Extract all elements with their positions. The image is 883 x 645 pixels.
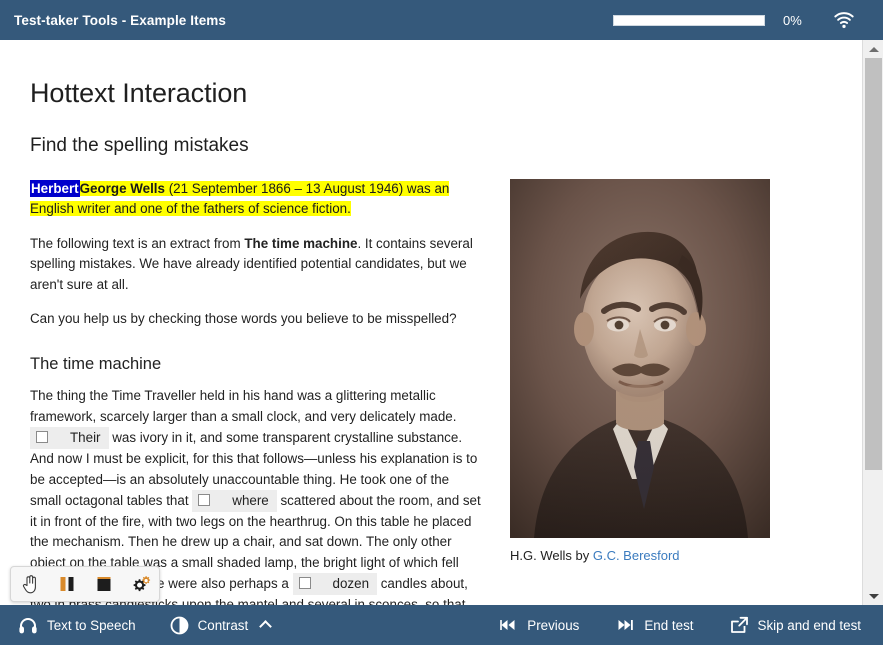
cursor-hand-button[interactable] — [11, 567, 48, 601]
hottext-option-where[interactable]: where — [192, 490, 276, 512]
skip-and-end-test-label: Skip and end test — [758, 618, 861, 633]
pause-button[interactable] — [48, 567, 85, 601]
page-header-title: Test-taker Tools - Example Items — [14, 13, 226, 28]
hottext-option-dozen[interactable]: dozen — [293, 573, 377, 595]
fast-forward-icon — [615, 617, 635, 633]
progress-bar — [613, 15, 765, 26]
triangle-down-icon — [869, 594, 879, 599]
contrast-icon — [170, 616, 189, 635]
end-test-button[interactable]: End test — [615, 617, 693, 633]
hottext-checkbox-icon[interactable] — [36, 431, 48, 443]
scrollbar-thumb[interactable] — [865, 58, 882, 470]
triangle-up-icon — [869, 47, 879, 52]
hottext-option-their[interactable]: Their — [30, 427, 109, 449]
bottom-navigation-bar: Text to Speech Contrast Previous — [0, 605, 883, 645]
text-column: HerbertGeorge Wells (21 September 1866 –… — [30, 179, 482, 605]
hottext-checkbox-icon[interactable] — [299, 577, 311, 589]
photo-caption: H.G. Wells by G.C. Beresford — [510, 548, 782, 563]
content-inner: Hottext Interaction Find the spelling mi… — [0, 40, 862, 605]
caption-author-link[interactable]: G.C. Beresford — [593, 548, 680, 563]
hottext-checkbox-icon[interactable] — [198, 494, 210, 506]
pause-icon — [58, 575, 76, 593]
page-title: Hottext Interaction — [30, 78, 832, 109]
selected-word-herbert[interactable]: Herbert — [30, 180, 80, 197]
skip-and-end-test-button[interactable]: Skip and end test — [730, 616, 861, 634]
cursor-hand-icon — [21, 574, 39, 594]
text-to-speech-button[interactable]: Text to Speech — [18, 616, 136, 635]
bottom-bar-left-group: Text to Speech Contrast — [18, 616, 304, 635]
instructions-paragraph-2: Can you help us by checking those words … — [30, 309, 482, 329]
previous-label: Previous — [527, 618, 579, 633]
top-header: Test-taker Tools - Example Items 0% — [0, 0, 883, 40]
caption-prefix: H.G. Wells by — [510, 548, 593, 563]
hottext-label: where — [232, 493, 268, 508]
story-sub-heading: The time machine — [30, 355, 482, 374]
content-area: Hottext Interaction Find the spelling mi… — [0, 40, 883, 605]
instructions-paragraph-1: The following text is an extract from Th… — [30, 234, 482, 295]
progress-percent-label: 0% — [783, 13, 817, 28]
text-to-speech-label: Text to Speech — [47, 618, 136, 633]
end-test-label: End test — [644, 618, 693, 633]
intro-highlight-paragraph: HerbertGeorge Wells (21 September 1866 –… — [30, 179, 482, 220]
scroll-up-arrow[interactable] — [863, 40, 883, 58]
hottext-label: dozen — [333, 576, 369, 591]
external-link-icon — [730, 616, 749, 634]
settings-button[interactable] — [122, 567, 159, 601]
scroll-down-arrow[interactable] — [863, 587, 883, 605]
contrast-button[interactable]: Contrast — [170, 616, 271, 635]
wifi-icon — [833, 10, 855, 30]
hottext-label: Their — [70, 430, 101, 445]
application-window: Test-taker Tools - Example Items 0% Hott… — [0, 0, 883, 645]
header-right-group: 0% — [613, 0, 883, 40]
vertical-scrollbar[interactable] — [862, 40, 883, 605]
text-to-speech-toolbar — [10, 566, 160, 602]
settings-gears-icon — [131, 575, 151, 594]
story-segment-1: The thing the Time Traveller held in his… — [30, 388, 456, 423]
chevron-up-icon[interactable] — [259, 620, 272, 633]
yellow-highlight-span: HerbertGeorge Wells (21 September 1866 –… — [30, 181, 449, 216]
previous-button[interactable]: Previous — [498, 617, 579, 633]
headphones-icon — [18, 616, 38, 635]
instr1-before-bold: The following text is an extract from — [30, 236, 244, 251]
image-column: H.G. Wells by G.C. Beresford — [510, 179, 782, 605]
two-column-layout: HerbertGeorge Wells (21 September 1866 –… — [30, 179, 832, 605]
instr1-bold-title: The time machine — [244, 236, 357, 251]
stop-button[interactable] — [85, 567, 122, 601]
stop-icon — [95, 575, 113, 593]
rewind-icon — [498, 617, 518, 633]
hg-wells-portrait — [510, 179, 770, 538]
intro-bold-name: George Wells — [80, 181, 165, 196]
section-subtitle: Find the spelling mistakes — [30, 135, 832, 157]
bottom-bar-right-group: Previous End test Skip and end test — [462, 616, 861, 634]
contrast-label: Contrast — [198, 618, 249, 633]
